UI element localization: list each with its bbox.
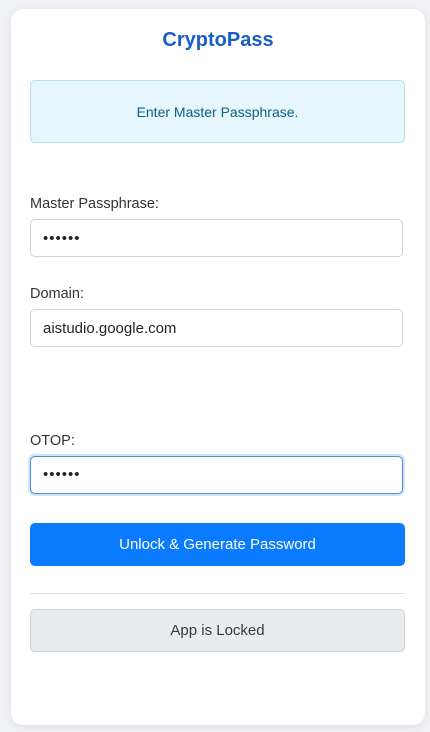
master-passphrase-label: Master Passphrase: (30, 196, 159, 212)
otop-input[interactable]: •••••• (30, 456, 403, 494)
domain-label: Domain: (30, 286, 84, 302)
otop-label: OTOP: (30, 433, 75, 449)
app-card: CryptoPass Enter Master Passphrase. Mast… (11, 9, 425, 725)
status-message: Enter Master Passphrase. (136, 103, 299, 120)
app-locked-button[interactable]: App is Locked (30, 609, 405, 652)
unlock-generate-button[interactable]: Unlock & Generate Password (30, 523, 405, 566)
domain-value: aistudio.google.com (43, 320, 177, 337)
app-title: CryptoPass (162, 29, 274, 51)
status-message-box: Enter Master Passphrase. (30, 80, 405, 143)
master-passphrase-value: •••••• (43, 230, 81, 247)
otop-value: •••••• (43, 466, 81, 483)
domain-input[interactable]: aistudio.google.com (30, 309, 403, 347)
master-passphrase-input[interactable]: •••••• (30, 219, 403, 257)
divider (30, 593, 405, 594)
